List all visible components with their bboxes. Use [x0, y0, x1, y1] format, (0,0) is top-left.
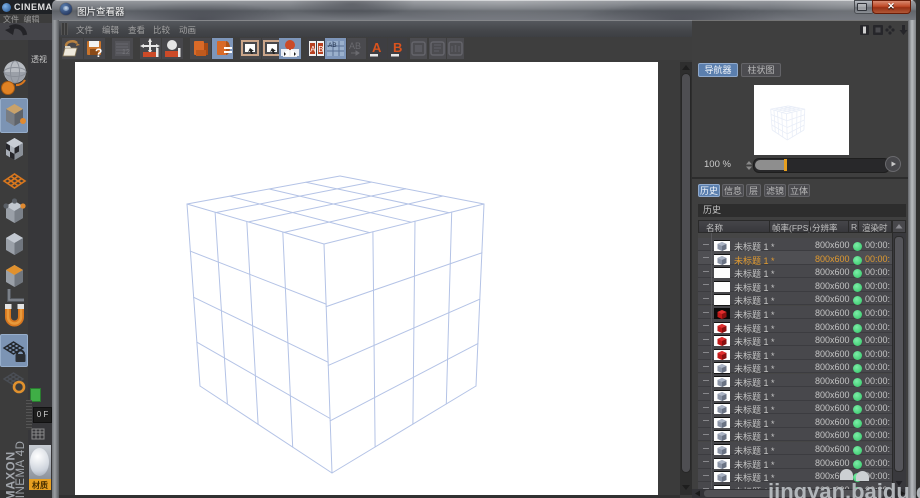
svg-text:12: 12 [122, 49, 130, 56]
svg-text:B: B [318, 45, 323, 54]
svg-text:A: A [310, 45, 316, 54]
svg-text:AB: AB [349, 41, 361, 51]
svg-text:A: A [372, 40, 382, 55]
svg-text:AB: AB [328, 42, 337, 49]
svg-text:?: ? [95, 46, 102, 59]
svg-text:B: B [393, 40, 402, 55]
